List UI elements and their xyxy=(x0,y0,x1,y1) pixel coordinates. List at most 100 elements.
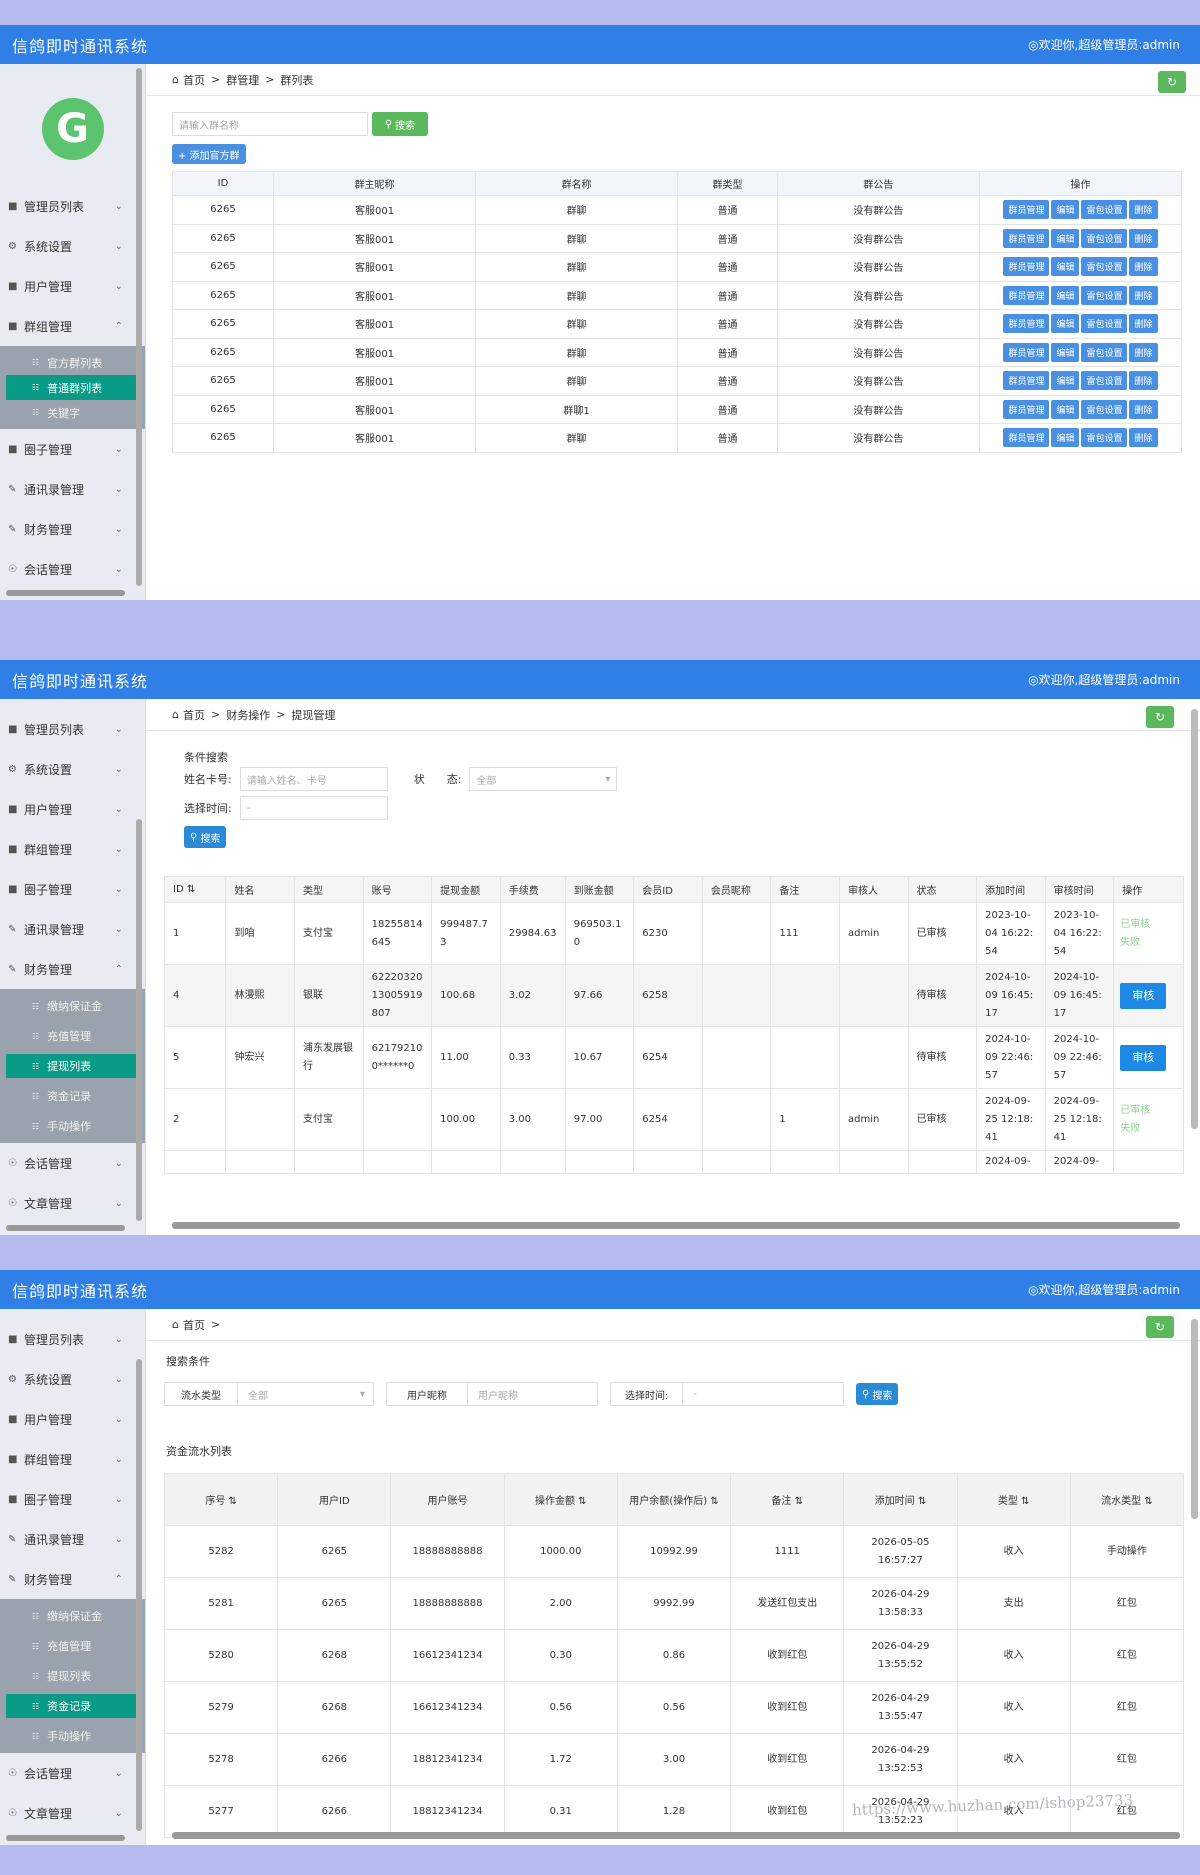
add-official-group-button[interactable]: + 添加官方群 xyxy=(172,144,246,164)
row-action-button[interactable]: 群员管理 xyxy=(1003,399,1050,419)
column-header[interactable]: 添加时间 ⇅ xyxy=(843,1473,958,1526)
submenu-fund-records[interactable]: ☷ 资金记录 xyxy=(6,1694,139,1718)
menu-admin-list[interactable]: ■ 管理员列表 ⌄ xyxy=(0,709,145,749)
welcome-text[interactable]: ◎欢迎你,超级管理员:admin xyxy=(1028,671,1188,688)
submenu-manual[interactable]: ☷ 手动操作 xyxy=(6,1721,139,1751)
menu-session[interactable]: ☉ 会话管理 ⌄ xyxy=(0,549,145,589)
sidebar-hscrollbar[interactable] xyxy=(6,590,125,596)
menu-user[interactable]: ■ 用户管理 ⌄ xyxy=(0,1399,145,1439)
refresh-button[interactable]: ↻ xyxy=(1158,71,1186,93)
sidebar-hscrollbar[interactable] xyxy=(6,1835,125,1841)
submenu-normal-groups[interactable]: ☷ 普通群列表 xyxy=(6,375,139,400)
row-action-button[interactable]: 编辑 xyxy=(1051,342,1080,362)
menu-finance[interactable]: ✎ 财务管理 ⌃ xyxy=(0,1559,145,1599)
row-action-button[interactable]: 雷包设置 xyxy=(1081,285,1128,305)
avatar[interactable]: G xyxy=(41,98,104,160)
column-header[interactable]: ID ⇅ xyxy=(163,876,227,903)
row-action-button[interactable]: 雷包设置 xyxy=(1081,342,1128,362)
row-action-button[interactable]: 雷包设置 xyxy=(1081,257,1128,277)
menu-moments[interactable]: ■ 圈子管理 ⌄ xyxy=(0,1479,145,1519)
submenu-recharge[interactable]: ☷ 充值管理 xyxy=(6,1021,139,1051)
submenu-fund-records[interactable]: ☷ 资金记录 xyxy=(6,1081,139,1111)
search-button[interactable]: ⚲ 搜索 xyxy=(372,112,428,136)
row-action-button[interactable]: 雷包设置 xyxy=(1081,314,1128,334)
flow-type-filter[interactable]: 流水类型 全部 ▾ xyxy=(164,1382,374,1406)
menu-article[interactable]: ☉ 文章管理 ⌄ xyxy=(0,1183,145,1223)
menu-session[interactable]: ☉ 会话管理 ⌄ xyxy=(0,1143,145,1183)
row-action-button[interactable]: 删除 xyxy=(1129,371,1158,391)
row-action-button[interactable]: 删除 xyxy=(1129,399,1158,419)
column-header[interactable]: 备注 ⇅ xyxy=(730,1473,845,1526)
row-action-button[interactable]: 雷包设置 xyxy=(1081,428,1128,448)
flow-type-select[interactable]: 全部 xyxy=(238,1387,360,1402)
menu-user[interactable]: ■ 用户管理 ⌄ xyxy=(0,789,145,829)
row-action-button[interactable]: 编辑 xyxy=(1051,257,1080,277)
table-hscrollbar[interactable] xyxy=(172,1222,1180,1229)
search-button[interactable]: ⚲ 搜索 xyxy=(184,826,227,848)
menu-moments[interactable]: ■ 圈子管理 ⌄ xyxy=(0,869,145,909)
main-scrollbar[interactable] xyxy=(1191,709,1198,1129)
nickname-input[interactable]: 用户昵称 xyxy=(468,1387,518,1402)
row-action-button[interactable]: 群员管理 xyxy=(1003,371,1050,391)
welcome-text[interactable]: ◎欢迎你,超级管理员:admin xyxy=(1028,1281,1188,1298)
menu-system[interactable]: ⚙ 系统设置 ⌄ xyxy=(0,226,145,266)
row-action-button[interactable]: 编辑 xyxy=(1051,228,1080,248)
row-action-button[interactable]: 删除 xyxy=(1129,314,1158,334)
breadcrumb-section[interactable]: 财务操作 xyxy=(226,707,270,723)
submenu-recharge[interactable]: ☷ 充值管理 xyxy=(6,1631,139,1661)
status-link[interactable]: 失败 xyxy=(1120,934,1177,952)
status-link[interactable]: 已审核 xyxy=(1120,1102,1177,1120)
row-action-button[interactable]: 编辑 xyxy=(1051,399,1080,419)
sidebar-hscrollbar[interactable] xyxy=(6,1225,125,1231)
row-action-button[interactable]: 群员管理 xyxy=(1003,342,1050,362)
menu-contacts[interactable]: ✎ 通讯录管理 ⌄ xyxy=(0,909,145,949)
row-action-button[interactable]: 群员管理 xyxy=(1003,200,1050,220)
name-card-input[interactable]: 请输入姓名、卡号 xyxy=(239,767,388,791)
sidebar-scrollbar[interactable] xyxy=(136,1359,142,1831)
refresh-button[interactable]: ↻ xyxy=(1146,706,1174,728)
column-header[interactable]: 序号 ⇅ xyxy=(163,1473,279,1526)
submenu-deposit[interactable]: ☷ 缴纳保证金 xyxy=(6,991,139,1021)
menu-contacts[interactable]: ✎ 通讯录管理 ⌄ xyxy=(0,469,145,509)
menu-contacts[interactable]: ✎ 通讯录管理 ⌄ xyxy=(0,1519,145,1559)
sidebar-scrollbar[interactable] xyxy=(136,819,142,1221)
menu-admin-list[interactable]: ■ 管理员列表 ⌄ xyxy=(0,186,145,226)
group-name-input[interactable]: 请输入群名称 xyxy=(172,112,368,136)
welcome-text[interactable]: ◎欢迎你,超级管理员:admin xyxy=(1028,36,1188,53)
row-action-button[interactable]: 编辑 xyxy=(1051,285,1080,305)
menu-system[interactable]: ⚙ 系统设置 ⌄ xyxy=(0,1359,145,1399)
menu-finance[interactable]: ✎ 财务管理 ⌄ xyxy=(0,509,145,549)
row-action-button[interactable]: 编辑 xyxy=(1051,200,1080,220)
row-action-button[interactable]: 删除 xyxy=(1129,200,1158,220)
time-range-input[interactable]: - xyxy=(239,796,388,820)
submenu-manual[interactable]: ☷ 手动操作 xyxy=(6,1111,139,1141)
submenu-official-groups[interactable]: ☷ 官方群列表 xyxy=(6,350,139,375)
row-action-button[interactable]: 编辑 xyxy=(1051,314,1080,334)
breadcrumb-home[interactable]: 首页 xyxy=(183,72,205,88)
table-hscrollbar[interactable] xyxy=(172,1832,1180,1839)
menu-admin-list[interactable]: ■ 管理员列表 ⌄ xyxy=(0,1319,145,1359)
approve-button[interactable]: 审核 xyxy=(1120,1044,1167,1071)
row-action-button[interactable]: 群员管理 xyxy=(1003,285,1050,305)
row-action-button[interactable]: 雷包设置 xyxy=(1081,200,1128,220)
row-action-button[interactable]: 雷包设置 xyxy=(1081,228,1128,248)
menu-moments[interactable]: ■ 圈子管理 ⌄ xyxy=(0,429,145,469)
row-action-button[interactable]: 群员管理 xyxy=(1003,428,1050,448)
menu-article[interactable]: ☉ 文章管理 ⌄ xyxy=(0,1793,145,1833)
menu-group[interactable]: ■ 群组管理 ⌃ xyxy=(0,306,145,346)
row-action-button[interactable]: 删除 xyxy=(1129,342,1158,362)
nickname-filter[interactable]: 用户昵称 用户昵称 xyxy=(386,1382,598,1406)
search-button[interactable]: ⚲ 搜索 xyxy=(856,1383,899,1405)
menu-session[interactable]: ☉ 会话管理 ⌄ xyxy=(0,1753,145,1793)
column-header[interactable]: 类型 ⇅ xyxy=(956,1473,1071,1526)
menu-group[interactable]: ■ 群组管理 ⌄ xyxy=(0,829,145,869)
sidebar-scrollbar[interactable] xyxy=(136,68,142,586)
column-header[interactable]: 操作金额 ⇅ xyxy=(503,1473,618,1526)
row-action-button[interactable]: 删除 xyxy=(1129,228,1158,248)
row-action-button[interactable]: 雷包设置 xyxy=(1081,399,1128,419)
menu-finance[interactable]: ✎ 财务管理 ⌃ xyxy=(0,949,145,989)
time-range-input[interactable]: - xyxy=(683,1389,697,1400)
row-action-button[interactable]: 删除 xyxy=(1129,257,1158,277)
refresh-button[interactable]: ↻ xyxy=(1146,1316,1174,1338)
main-scrollbar[interactable] xyxy=(1191,1319,1198,1519)
